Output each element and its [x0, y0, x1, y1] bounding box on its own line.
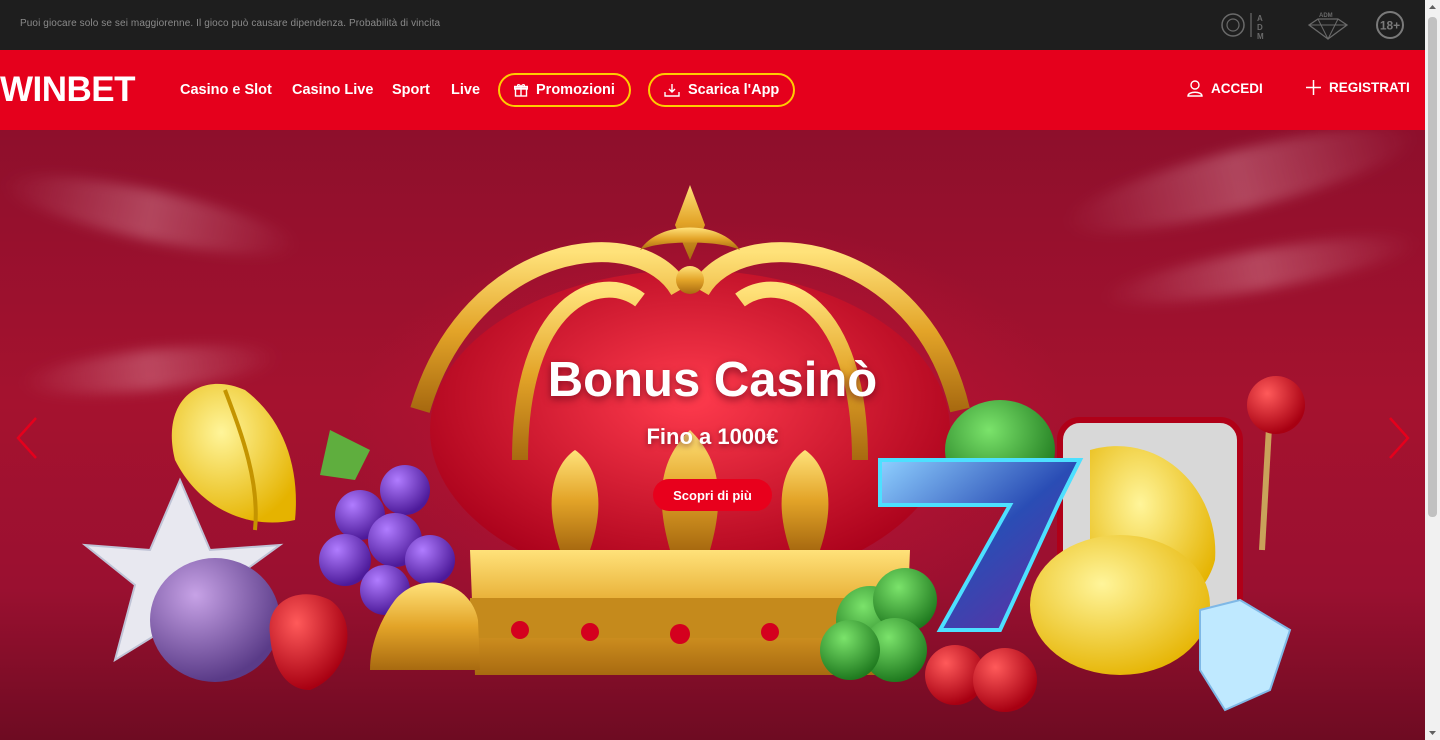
disclaimer-text: Puoi giocare solo se sei maggiorenne. Il…	[20, 18, 441, 29]
hero-banner[interactable]: Bonus Casinò Fino a 1000€ Scopri di più	[0, 130, 1425, 740]
register-label: REGISTRATI	[1329, 80, 1410, 95]
regulator-logos: A D M ADM 18+	[1219, 9, 1405, 41]
scroll-up-icon[interactable]	[1425, 0, 1440, 15]
page-scrollbar[interactable]	[1425, 0, 1440, 740]
svg-text:D: D	[1257, 23, 1263, 32]
download-app-label: Scarica l'App	[688, 82, 780, 98]
login-button[interactable]: ACCEDI	[1187, 80, 1263, 97]
user-icon	[1187, 80, 1203, 97]
nav-link-casino-live[interactable]: Casino Live	[292, 81, 373, 99]
download-icon	[664, 84, 680, 97]
nav-link-sport[interactable]: Sport	[392, 81, 430, 99]
svg-text:M: M	[1257, 32, 1264, 41]
download-app-button[interactable]: Scarica l'App	[648, 73, 796, 107]
age-label: 18+	[1380, 19, 1400, 33]
adm-diamond-icon: ADM	[1307, 13, 1349, 41]
page: Puoi giocare solo se sei maggiorenne. Il…	[0, 0, 1425, 740]
main-nav: WINBET Casino e Slot Casino Live Sport L…	[0, 50, 1425, 130]
scroll-down-icon[interactable]	[1425, 725, 1440, 740]
svg-text:A: A	[1257, 14, 1263, 23]
adm-logo-text: ADM	[1319, 13, 1333, 19]
hero-title: Bonus Casinò	[547, 353, 878, 407]
adm-seal-icon: A D M	[1221, 13, 1264, 41]
age-18-icon: 18+	[1376, 11, 1404, 39]
carousel-next-button[interactable]	[1384, 414, 1414, 462]
promotions-button[interactable]: Promozioni	[498, 73, 631, 107]
disclaimer-bar: Puoi giocare solo se sei maggiorenne. Il…	[0, 0, 1425, 50]
carousel-prev-button[interactable]	[12, 414, 42, 462]
learn-more-button[interactable]: Scopri di più	[653, 479, 772, 511]
nav-link-casino-slot[interactable]: Casino e Slot	[180, 81, 272, 99]
scrollbar-thumb[interactable]	[1428, 17, 1437, 517]
promotions-label: Promozioni	[536, 82, 615, 98]
hero-subtitle: Fino a 1000€	[646, 424, 779, 449]
chevron-left-icon	[16, 417, 37, 459]
brand-logo[interactable]: WINBET	[0, 71, 136, 109]
plus-icon	[1306, 80, 1321, 95]
login-label: ACCEDI	[1211, 81, 1263, 96]
register-button[interactable]: REGISTRATI	[1306, 80, 1410, 95]
gift-icon	[514, 84, 528, 97]
nav-link-live[interactable]: Live	[451, 81, 480, 99]
chevron-right-icon	[1389, 417, 1410, 459]
